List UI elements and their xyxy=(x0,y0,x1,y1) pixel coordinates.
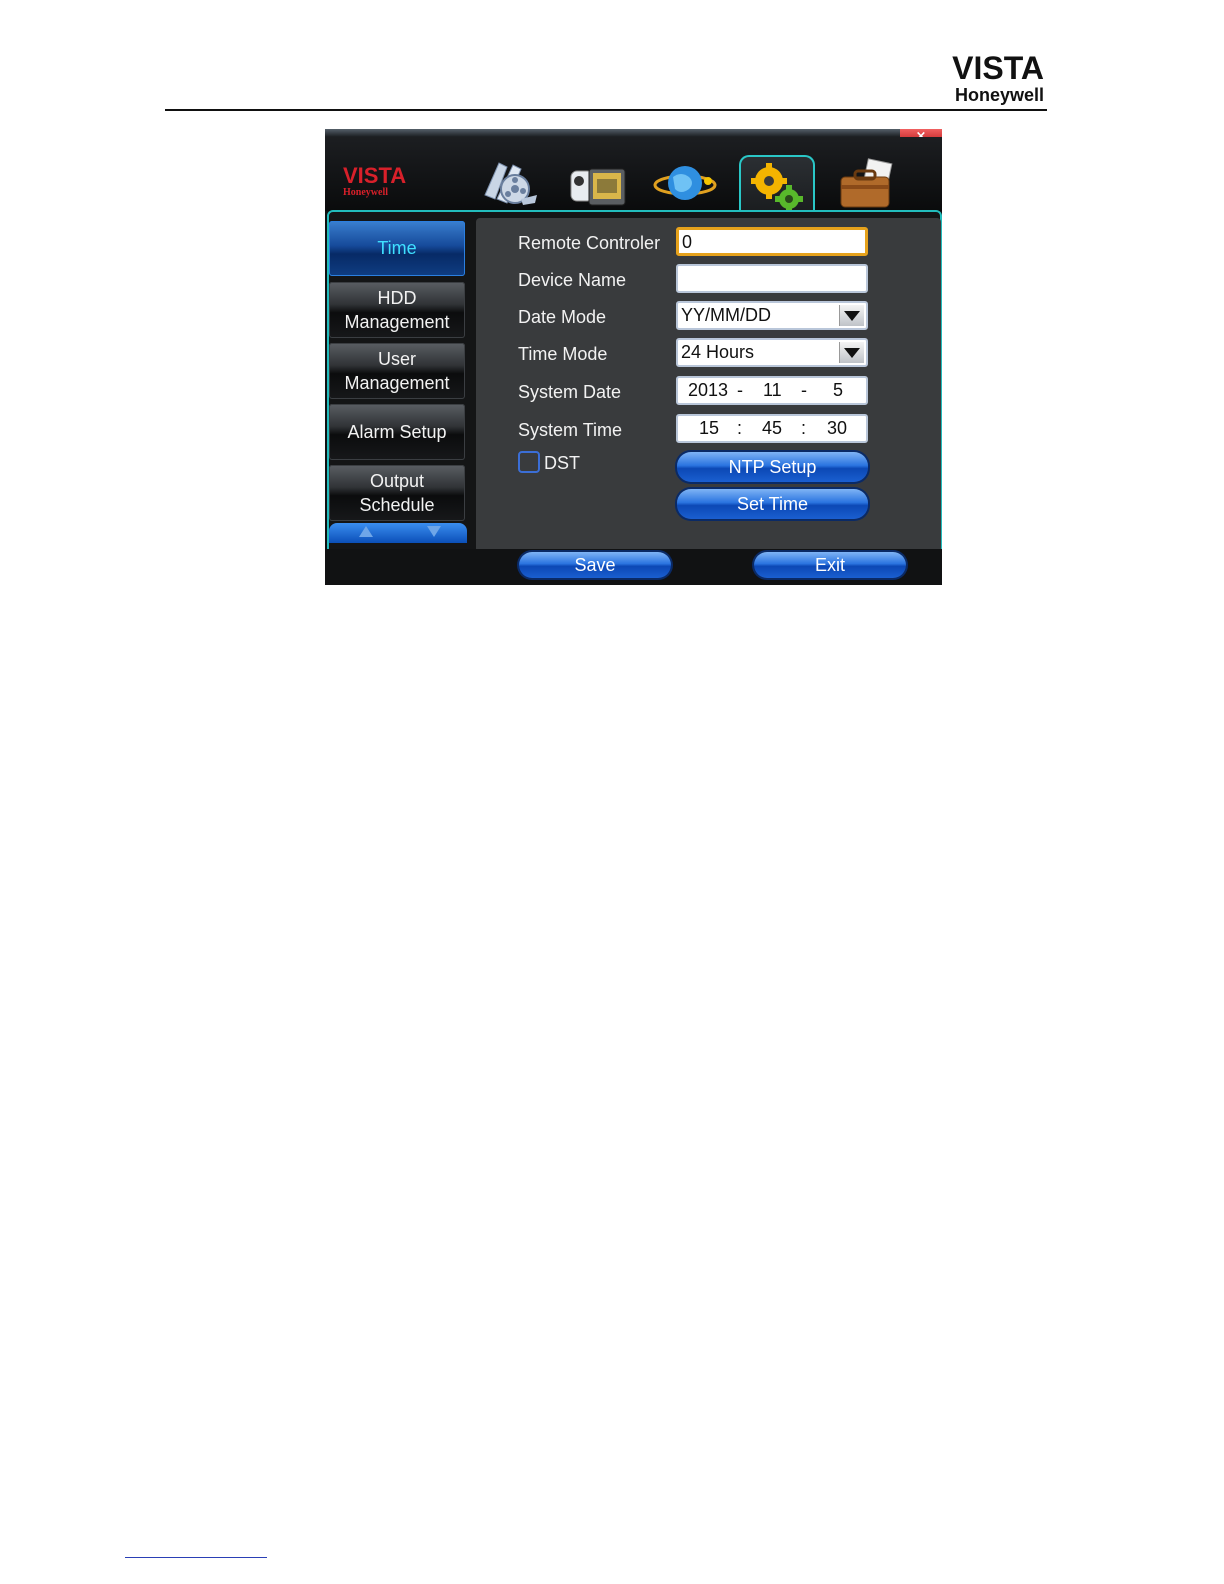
menu-item-output-schedule[interactable]: Output Schedule xyxy=(329,465,465,521)
camcorder-icon xyxy=(570,168,626,206)
dvr-settings-window: × VISTA Honeywell xyxy=(325,129,942,585)
gears-icon xyxy=(751,163,803,213)
globe-icon xyxy=(653,166,717,200)
menu-item-label-line2: Management xyxy=(344,312,450,332)
menu-item-label-line1: Output xyxy=(369,471,425,491)
footer-link-underline[interactable] xyxy=(125,1557,267,1558)
app-logo-title: VISTA xyxy=(343,163,407,188)
date-day[interactable]: 5 xyxy=(833,378,843,403)
header-divider xyxy=(165,109,1047,111)
page-brand-title: VISTA xyxy=(952,50,1044,86)
tab-tools[interactable] xyxy=(831,153,903,217)
tab-playback[interactable] xyxy=(473,153,545,217)
briefcase-icon xyxy=(840,158,893,208)
app-logo-subtitle: Honeywell xyxy=(343,187,388,198)
film-reel-icon xyxy=(484,162,537,205)
chevron-down-icon[interactable] xyxy=(839,342,864,363)
system-date-label: System Date xyxy=(518,382,622,402)
scroll-up-arrow-icon[interactable] xyxy=(359,526,373,537)
menu-item-user-management[interactable]: User Management xyxy=(329,343,465,399)
date-mode-value: YY/MM/DD xyxy=(681,305,771,325)
remote-controller-value: 0 xyxy=(682,232,693,252)
date-separator: - xyxy=(737,380,743,400)
tab-network[interactable] xyxy=(649,153,721,217)
save-button[interactable]: Save xyxy=(519,552,671,578)
time-separator: : xyxy=(737,418,743,438)
menu-item-label: Alarm Setup xyxy=(347,422,447,442)
device-name-input[interactable] xyxy=(676,264,868,293)
system-date-input[interactable]: 2013 - 11 - 5 xyxy=(676,376,868,405)
menu-item-label-line1: HDD xyxy=(377,288,417,308)
date-year[interactable]: 2013 xyxy=(688,378,728,403)
device-name-label: Device Name xyxy=(518,270,627,290)
scroll-down-arrow-icon[interactable] xyxy=(427,526,441,537)
time-mode-select[interactable]: 24 Hours xyxy=(676,338,868,367)
date-separator: - xyxy=(801,380,807,400)
menu-item-label-line1: User xyxy=(377,349,416,369)
tab-record[interactable] xyxy=(561,153,633,217)
menu-item-alarm-setup[interactable]: Alarm Setup xyxy=(329,404,465,460)
remote-controller-input[interactable]: 0 xyxy=(676,227,868,256)
menu-item-label-line2: Schedule xyxy=(359,495,435,515)
time-second[interactable]: 30 xyxy=(827,416,847,441)
ntp-setup-button[interactable]: NTP Setup xyxy=(677,452,868,482)
time-hour[interactable]: 15 xyxy=(699,416,719,441)
dst-label: DST xyxy=(544,453,580,473)
date-month[interactable]: 11 xyxy=(763,378,782,403)
app-logo: VISTA Honeywell xyxy=(343,165,406,199)
time-minute[interactable]: 45 xyxy=(762,416,782,441)
menu-item-label: Time xyxy=(377,238,417,258)
page-brand-subtitle: Honeywell xyxy=(954,85,1044,105)
chevron-down-icon[interactable] xyxy=(839,305,864,326)
menu-item-hdd-management[interactable]: HDD Management xyxy=(329,282,465,338)
dst-checkbox[interactable] xyxy=(518,451,540,473)
date-mode-select[interactable]: YY/MM/DD xyxy=(676,301,868,330)
set-time-button[interactable]: Set Time xyxy=(677,489,868,519)
time-mode-label: Time Mode xyxy=(518,344,608,364)
exit-button[interactable]: Exit xyxy=(754,552,906,578)
page-brand-logo: VISTA Honeywell xyxy=(952,52,1044,106)
remote-controller-label: Remote Controler xyxy=(518,233,661,253)
top-toolbar: VISTA Honeywell xyxy=(325,137,942,223)
time-separator: : xyxy=(801,418,807,438)
window-titlebar xyxy=(325,129,942,137)
system-time-label: System Time xyxy=(518,420,623,440)
menu-scroll-bar xyxy=(329,523,467,543)
menu-item-label-line2: Management xyxy=(344,373,450,393)
date-mode-label: Date Mode xyxy=(518,307,607,327)
system-time-input[interactable]: 15 : 45 : 30 xyxy=(676,414,868,443)
time-mode-value: 24 Hours xyxy=(681,342,755,362)
menu-item-time[interactable]: Time xyxy=(329,221,465,276)
